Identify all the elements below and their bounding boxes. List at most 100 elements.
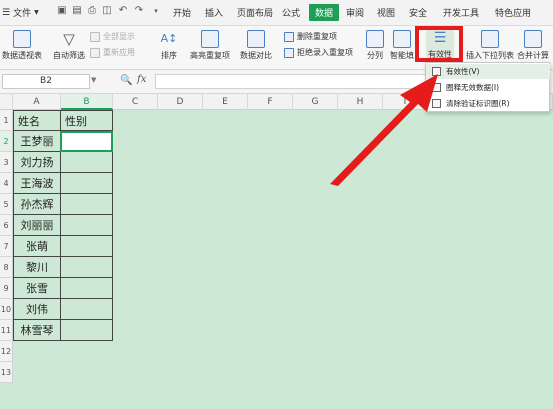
sort-button[interactable]: A↕ 排序	[160, 30, 178, 61]
document-icon[interactable]: ▤	[71, 5, 83, 17]
cell-a1[interactable]: 姓名	[13, 110, 61, 131]
menu-item-circle-invalid[interactable]: 圈释无效数据(I)	[426, 80, 550, 95]
redo-icon[interactable]: ↷	[133, 5, 145, 17]
row-header[interactable]: 11	[0, 320, 13, 341]
column-header-f[interactable]: F	[248, 94, 293, 110]
merge-calc-icon	[524, 30, 542, 48]
cell-b1[interactable]: 性别	[60, 110, 113, 131]
tab-data[interactable]: 数据	[309, 4, 340, 21]
column-header-g[interactable]: G	[293, 94, 338, 110]
row-header[interactable]: 3	[0, 152, 13, 173]
name-cell[interactable]: 孙杰辉	[13, 194, 61, 215]
row-header[interactable]: 4	[0, 173, 13, 194]
column-header-a[interactable]: A	[13, 94, 61, 110]
merge-calc-label: 合并计算	[517, 51, 549, 60]
merge-calc-button[interactable]: 合并计算	[517, 30, 549, 61]
chevron-down-icon[interactable]: ▼	[91, 76, 96, 84]
gender-cell[interactable]	[60, 236, 113, 257]
tab-page-layout[interactable]: 页面布局	[237, 6, 273, 19]
gender-cell[interactable]	[60, 152, 113, 173]
name-cell[interactable]: 林雪琴	[13, 320, 61, 341]
name-cell[interactable]: 张萌	[13, 236, 61, 257]
gender-cell[interactable]	[60, 299, 113, 320]
tab-special[interactable]: 特色应用	[495, 6, 531, 19]
column-header-d[interactable]: D	[158, 94, 203, 110]
pivot-table-button[interactable]: 数据透视表	[2, 30, 42, 61]
gender-cell[interactable]	[60, 257, 113, 278]
row-header[interactable]: 8	[0, 257, 13, 278]
menu-item-validity[interactable]: 有效性(V)	[426, 64, 550, 79]
show-all-button[interactable]: 全部显示	[90, 31, 135, 42]
name-cell[interactable]: 刘丽丽	[13, 215, 61, 236]
autofilter-button[interactable]: ▽ 自动筛选	[53, 30, 85, 61]
name-cell[interactable]: 黎川	[13, 257, 61, 278]
remove-duplicates-icon	[284, 31, 294, 42]
row-header[interactable]: 10	[0, 299, 13, 320]
row-header[interactable]: 9	[0, 278, 13, 299]
menu-item-circle-invalid-label: 圈释无效数据(I)	[446, 83, 500, 92]
row-header[interactable]: 2	[0, 131, 13, 152]
zoom-icon[interactable]: 🔍	[120, 75, 132, 86]
smart-fill-button[interactable]: 智能填	[390, 30, 414, 61]
undo-icon[interactable]: ↶	[117, 5, 129, 17]
tab-security[interactable]: 安全	[409, 6, 427, 19]
name-cell[interactable]: 王海波	[13, 173, 61, 194]
gender-cell[interactable]	[60, 278, 113, 299]
save-icon[interactable]: ▣	[56, 5, 68, 17]
split-column-icon	[366, 30, 384, 48]
gender-cell[interactable]	[60, 320, 113, 341]
select-all-corner[interactable]	[0, 94, 13, 110]
row-header[interactable]: 5	[0, 194, 13, 215]
fx-icon[interactable]: fx	[137, 74, 146, 85]
name-cell[interactable]: 王梦丽	[13, 131, 61, 152]
row-header[interactable]: 1	[0, 110, 13, 131]
row-header[interactable]: 13	[0, 362, 13, 383]
menu-item-clear-circles-label: 清除验证标识圈(R)	[446, 99, 510, 108]
quick-access-more-icon[interactable]: ▾	[150, 5, 162, 17]
tab-formulas[interactable]: 公式	[282, 6, 300, 19]
column-header-i[interactable]: I	[383, 94, 428, 110]
preview-icon[interactable]: ◫	[101, 5, 113, 17]
gender-cell[interactable]	[60, 173, 113, 194]
column-header-h[interactable]: H	[338, 94, 383, 110]
tab-home[interactable]: 开始	[173, 6, 191, 19]
highlight-duplicates-label: 高亮重复项	[190, 51, 230, 60]
menu-icon: ☰	[2, 7, 11, 18]
highlight-duplicates-button[interactable]: 高亮重复项	[190, 30, 230, 61]
remove-duplicates-button[interactable]: 删除重复项	[284, 31, 337, 42]
name-cell[interactable]: 张雪	[13, 278, 61, 299]
name-cell[interactable]: 刘力扬	[13, 152, 61, 173]
reapply-button[interactable]: 重新应用	[90, 47, 135, 58]
data-compare-button[interactable]: 数据对比	[240, 30, 272, 61]
file-menu-label: 文件	[13, 9, 32, 19]
menu-item-clear-circles[interactable]: 清除验证标识圈(R)	[426, 96, 550, 111]
column-header-c[interactable]: C	[113, 94, 158, 110]
tab-insert[interactable]: 插入	[205, 6, 223, 19]
insert-dropdown-button[interactable]: 插入下拉列表	[466, 30, 514, 61]
gender-cell[interactable]	[60, 194, 113, 215]
row-header[interactable]: 6	[0, 215, 13, 236]
row-header[interactable]: 12	[0, 341, 13, 362]
validity-dropdown-menu: 有效性(V) 圈释无效数据(I) 清除验证标识圈(R)	[425, 62, 550, 112]
row-header[interactable]: 7	[0, 236, 13, 257]
validity-icon	[432, 67, 441, 76]
column-header-e[interactable]: E	[203, 94, 248, 110]
data-compare-icon	[247, 30, 265, 48]
split-column-button[interactable]: 分列	[366, 30, 384, 61]
gender-cell[interactable]	[60, 215, 113, 236]
file-menu[interactable]: ☰ 文件 ▼	[2, 6, 39, 20]
smart-fill-icon	[393, 30, 411, 48]
name-box[interactable]: B2	[2, 74, 90, 89]
tab-review[interactable]: 审阅	[346, 6, 364, 19]
reject-duplicates-button[interactable]: 拒绝录入重复项	[284, 47, 353, 58]
print-icon[interactable]: ⎙	[86, 5, 98, 17]
selected-cell-b2[interactable]	[60, 131, 113, 152]
column-header-b[interactable]: B	[61, 94, 113, 110]
chevron-down-icon: ▼	[34, 9, 39, 16]
tab-view[interactable]: 视图	[377, 6, 395, 19]
spreadsheet-grid[interactable]: A B C D E F G H I J K L 1 2 3 4 5 6 7 8 …	[0, 94, 553, 409]
tab-developer[interactable]: 开发工具	[443, 6, 479, 19]
split-column-label: 分列	[367, 51, 383, 60]
name-cell[interactable]: 刘伟	[13, 299, 61, 320]
autofilter-label: 自动筛选	[53, 51, 85, 60]
